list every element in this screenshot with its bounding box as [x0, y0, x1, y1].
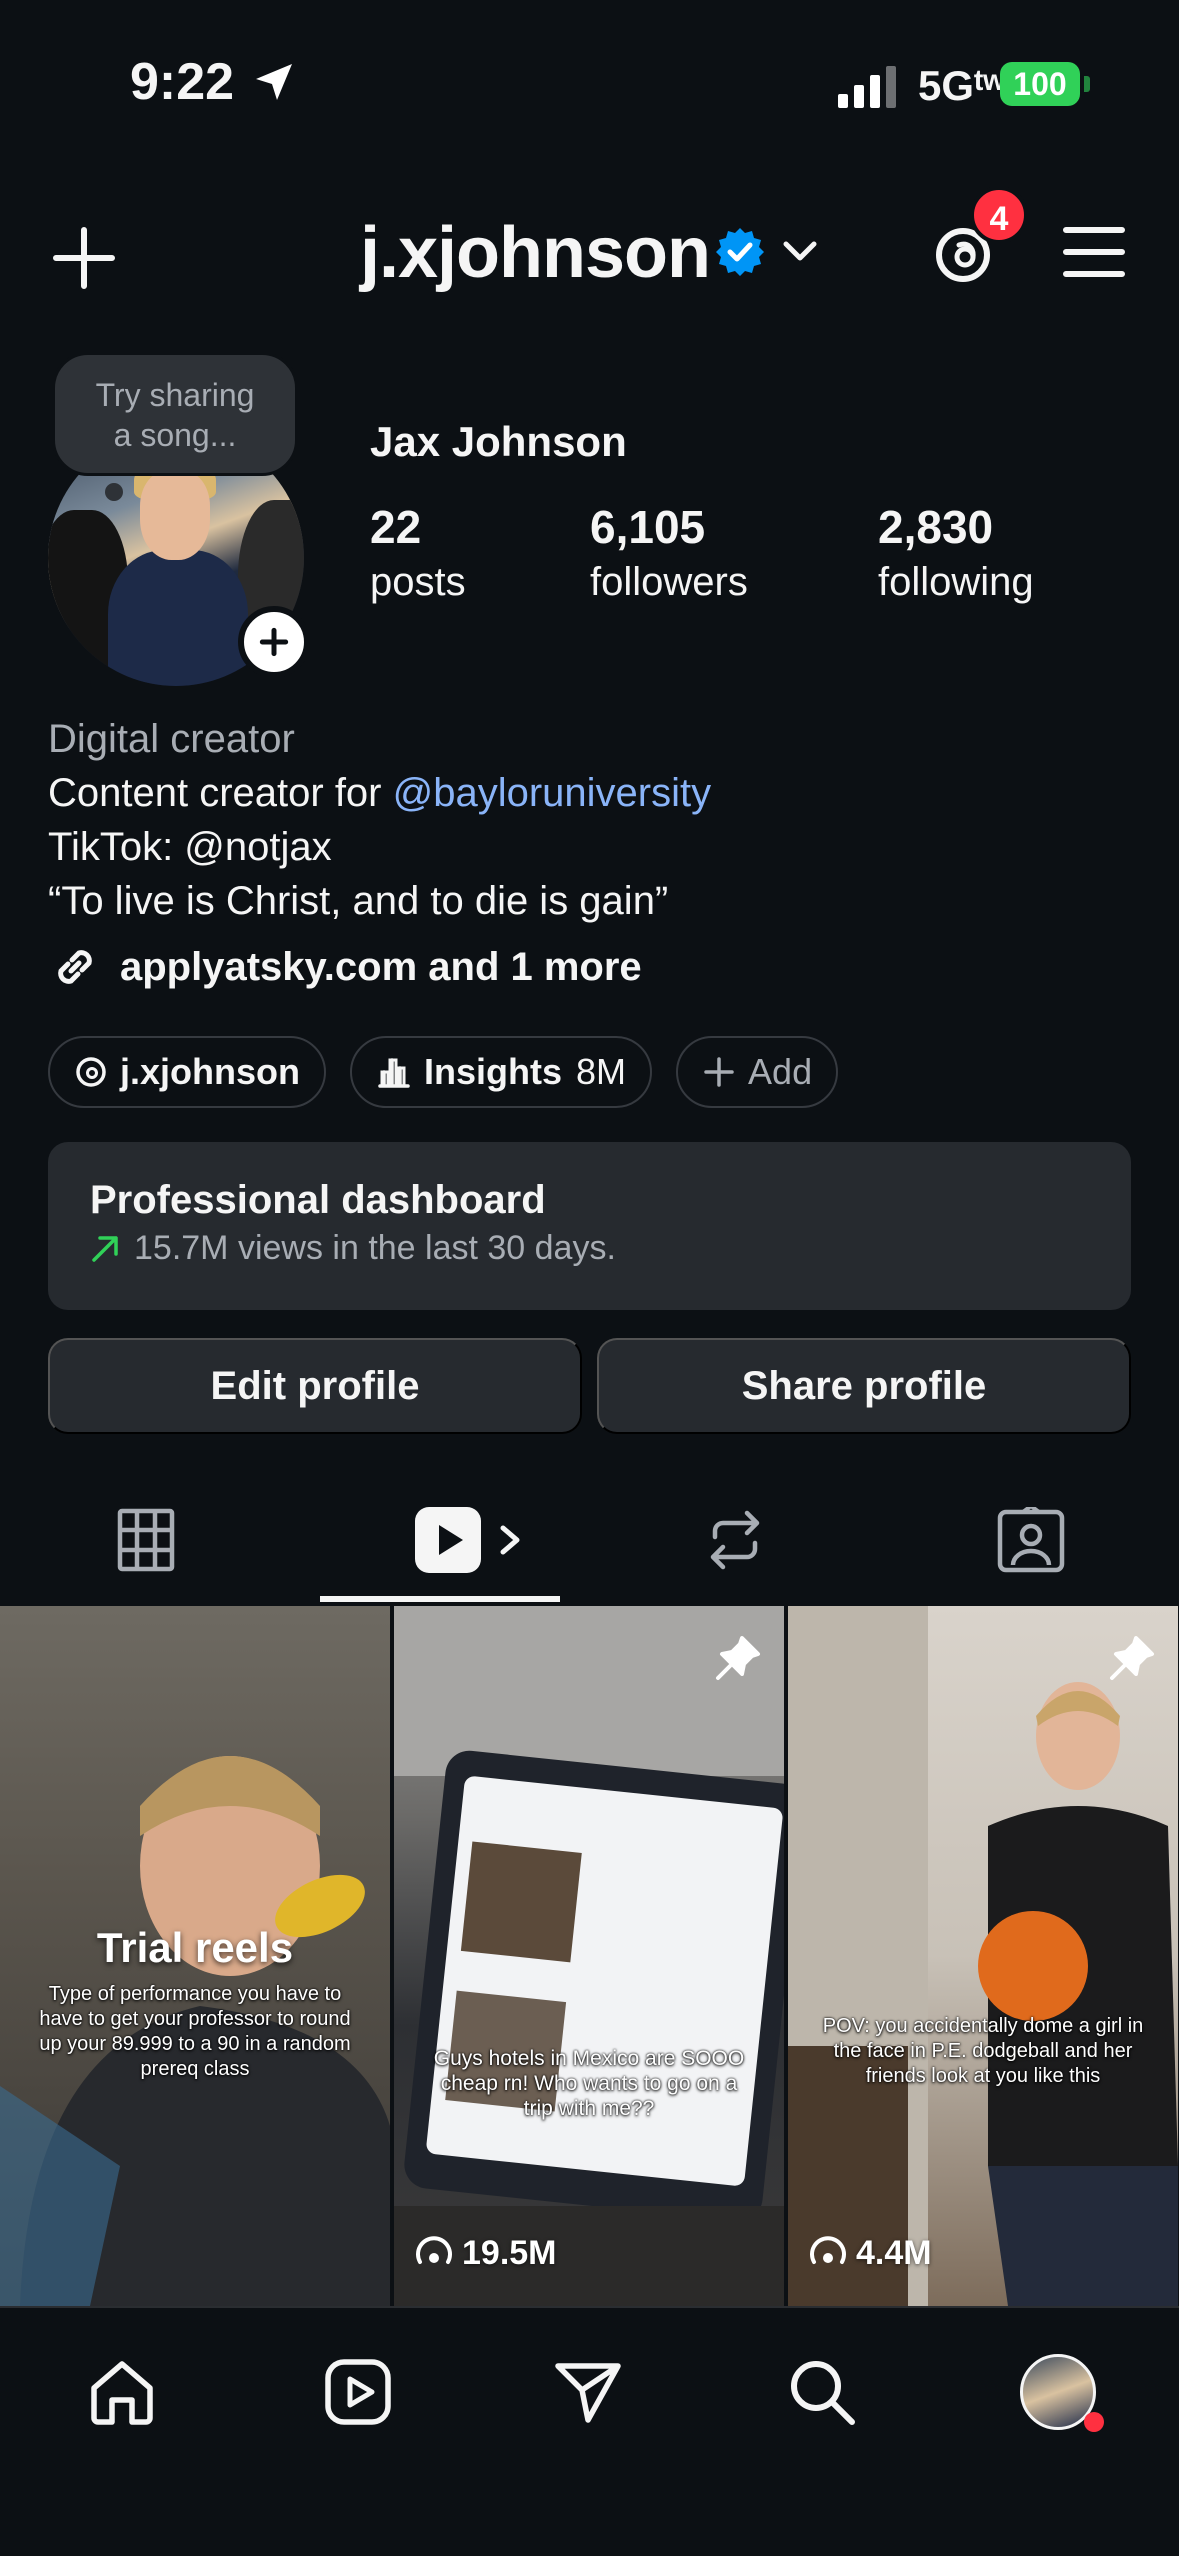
stat-followers[interactable]: 6,105 followers — [590, 500, 748, 605]
grid-icon — [117, 1508, 175, 1572]
insights-chip-value: 8M — [576, 1051, 627, 1092]
bio-text: Content creator for — [48, 771, 393, 815]
stat-label: following — [878, 560, 1034, 604]
threads-chip[interactable]: j.xjohnson — [48, 1036, 326, 1108]
reel-tile[interactable]: Trial reels Type of performance you have… — [0, 1606, 390, 2306]
category-label: Digital creator — [48, 717, 295, 761]
bio-external-link[interactable]: applyatsky.com and 1 more — [48, 940, 642, 994]
link-text: applyatsky.com and 1 more — [120, 944, 642, 989]
status-bar: 9:22 5Gᵗʷ 100 — [0, 0, 1179, 170]
chevron-right-icon — [500, 1525, 520, 1555]
battery-icon: 100 — [1000, 62, 1092, 106]
notification-badge: 4 — [970, 186, 1028, 244]
dashboard-subtitle: 15.7M views in the last 30 days. — [134, 1229, 616, 1267]
stat-following[interactable]: 2,830 following — [878, 500, 1034, 605]
bio-line-1: Content creator for @bayloruniversity — [48, 766, 711, 820]
reel-overlay-title: Trial reels — [96, 1924, 294, 1971]
stat-value: 2,830 — [878, 501, 994, 553]
threads-chip-label: j.xjohnson — [120, 1051, 300, 1092]
nav-messages[interactable] — [548, 2352, 628, 2432]
note-bubble[interactable]: Try sharing a song... — [52, 352, 298, 501]
stat-posts[interactable]: 22 posts — [370, 500, 466, 605]
dashboard-subtitle-row: 15.7M views in the last 30 days. — [90, 1229, 1131, 1268]
pin-icon — [716, 1636, 760, 1680]
nav-home[interactable] — [82, 2352, 162, 2432]
stat-label: followers — [590, 560, 748, 604]
stat-value: 22 — [370, 501, 422, 553]
view-count: 19.5M — [416, 2234, 557, 2273]
reels-grid: Trial reels Type of performance you have… — [0, 1606, 1179, 2306]
profile-chips: j.xjohnson Insights 8M Add — [48, 1036, 839, 1108]
bio-line-2: TikTok: @notjax — [48, 825, 332, 869]
active-tab-indicator — [320, 1596, 560, 1602]
add-story-plus-icon[interactable] — [238, 606, 310, 678]
reels-play-icon — [415, 1507, 481, 1573]
status-time: 9:22 — [130, 53, 235, 111]
nav-search[interactable] — [782, 2352, 862, 2432]
create-plus-icon[interactable] — [48, 222, 120, 294]
trending-up-arrow-icon — [92, 1235, 118, 1262]
search-icon — [791, 2361, 855, 2425]
bio-mention-link[interactable]: @bayloruniversity — [393, 771, 712, 815]
bio: Digital creator Content creator for @bay… — [48, 712, 711, 928]
link-icon — [58, 950, 92, 984]
profile-tabs — [0, 1480, 1179, 1604]
threads-icon — [76, 1057, 106, 1087]
display-name: Jax Johnson — [370, 418, 627, 465]
tab-reels[interactable] — [400, 1480, 540, 1600]
view-count-text: 4.4M — [856, 2234, 932, 2272]
nav-reels[interactable] — [318, 2352, 398, 2432]
bio-line-3: “To live is Christ, and to die is gain” — [48, 879, 669, 923]
reel-caption: Guys hotels in Mexico are SOOO cheap rn!… — [433, 2047, 745, 2120]
profile-notification-dot — [1084, 2412, 1104, 2432]
location-arrow-icon — [256, 64, 292, 100]
edit-profile-button[interactable]: Edit profile — [48, 1338, 582, 1434]
hamburger-menu-icon[interactable] — [1062, 222, 1126, 282]
chevron-down-icon[interactable] — [780, 236, 820, 268]
battery-level: 100 — [1000, 62, 1080, 106]
dashboard-title: Professional dashboard — [90, 1178, 546, 1222]
reel-thumbnail-2 — [394, 1606, 784, 2306]
repost-icon — [710, 1510, 760, 1570]
add-chip-label: Add — [748, 1051, 813, 1092]
bottom-nav — [0, 2306, 1179, 2556]
share-profile-button[interactable]: Share profile — [597, 1338, 1131, 1434]
insights-chip[interactable]: Insights 8M — [350, 1036, 653, 1108]
note-line-2: a song... — [113, 417, 237, 453]
note-line-1: Try sharing — [95, 377, 255, 413]
plus-icon — [704, 1057, 734, 1087]
paper-plane-icon — [555, 2363, 621, 2423]
reel-caption: POV: you accidentally dome a girl in the… — [822, 2015, 1144, 2087]
bar-chart-icon — [378, 1058, 410, 1088]
stat-label: posts — [370, 560, 466, 604]
tab-posts-grid[interactable] — [96, 1480, 196, 1600]
reel-caption: Type of performance you have to have to … — [39, 1983, 351, 2080]
professional-dashboard[interactable]: Professional dashboard 15.7M views in th… — [48, 1142, 1131, 1310]
view-count-text: 19.5M — [462, 2234, 557, 2272]
reel-tile[interactable]: Guys hotels in Mexico are SOOO cheap rn!… — [394, 1606, 784, 2306]
cellular-signal-icon — [838, 66, 896, 108]
username-title[interactable]: j.xjohnson — [360, 212, 711, 294]
home-icon — [91, 2361, 153, 2425]
insights-chip-label: Insights — [424, 1051, 563, 1092]
reels-icon — [325, 2359, 391, 2425]
view-count: 4.4M — [810, 2234, 932, 2273]
pin-icon — [1110, 1636, 1154, 1680]
stat-value: 6,105 — [590, 501, 706, 553]
tab-reposts[interactable] — [690, 1480, 780, 1600]
network-type: 5Gᵗʷ — [918, 62, 1006, 109]
reel-thumbnail-3 — [788, 1606, 1178, 2306]
play-views-icon — [810, 2235, 846, 2264]
reel-tile[interactable]: POV: you accidentally dome a girl in the… — [788, 1606, 1178, 2306]
verified-badge-icon — [716, 228, 764, 276]
add-chip[interactable]: Add — [676, 1036, 839, 1108]
tab-tagged[interactable] — [986, 1480, 1076, 1600]
tagged-person-icon — [997, 1507, 1065, 1573]
play-views-icon — [416, 2235, 452, 2264]
